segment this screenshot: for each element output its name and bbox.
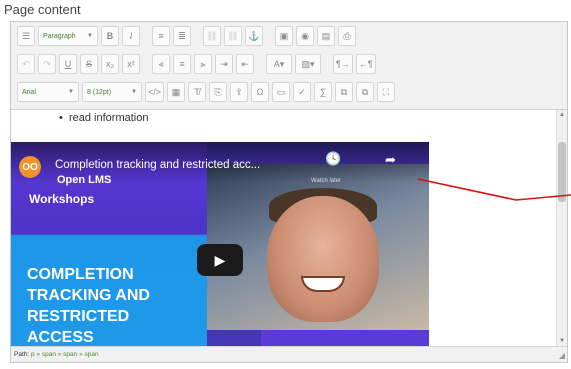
- clear-formatting-button[interactable]: T̸: [188, 82, 207, 102]
- indent-button[interactable]: ⇥: [215, 54, 233, 74]
- special-character-button[interactable]: Ω: [251, 82, 270, 102]
- recording-button[interactable]: ⎙: [338, 26, 356, 46]
- equation-button[interactable]: ∑: [314, 82, 333, 102]
- video-brand-text: Open LMS: [57, 174, 112, 186]
- bold-button[interactable]: B: [101, 26, 119, 46]
- outdent-button[interactable]: ⇤: [236, 54, 254, 74]
- chevron-down-icon: ▼: [131, 89, 137, 95]
- paste-button[interactable]: ⧉: [356, 82, 375, 102]
- play-button[interactable]: ▶: [197, 244, 243, 276]
- paragraph-format-select[interactable]: Paragraph ▼: [38, 26, 98, 46]
- chevron-down-icon: ▼: [68, 89, 74, 95]
- upload-button[interactable]: ⇪: [230, 82, 249, 102]
- copy-button[interactable]: ⧉: [335, 82, 354, 102]
- unordered-list-button[interactable]: ≡: [152, 26, 170, 46]
- headline-line-1: COMPLETION: [27, 266, 134, 283]
- headline-line-4: ACCESS: [27, 329, 94, 346]
- watch-later-icon[interactable]: 🕓: [325, 151, 341, 167]
- italic-button[interactable]: I: [122, 26, 140, 46]
- video-bottom-strip: [261, 330, 429, 346]
- anchor-button[interactable]: ⚓: [245, 26, 263, 46]
- font-size-select[interactable]: 8 (12pt) ▼: [82, 82, 142, 102]
- strikethrough-button[interactable]: S: [80, 54, 98, 74]
- path-label: Path:: [14, 351, 30, 358]
- text-color-button[interactable]: A▾: [266, 54, 292, 74]
- align-right-button[interactable]: ⫸: [194, 54, 212, 74]
- manage-files-button[interactable]: ▤: [317, 26, 335, 46]
- list-item-text: read information: [68, 112, 149, 124]
- chevron-down-icon: ▼: [87, 33, 93, 39]
- link-button[interactable]: ⛓: [203, 26, 221, 46]
- toolbar-row-2: ↶ ↷ U S x₂ x² ⫷ ≡ ⫸ ⇥ ⇤ A▾ ▨▾ ¶→ ←¶: [17, 53, 376, 75]
- share-icon[interactable]: ➦: [385, 152, 396, 168]
- watch-later-label: Watch later: [311, 178, 342, 184]
- unlink-button[interactable]: ⛓: [224, 26, 242, 46]
- paragraph-format-value: Paragraph: [43, 32, 76, 40]
- editor-status-bar: Path: p » span » span » span ◢: [11, 346, 567, 362]
- embedded-video[interactable]: OO Open LMS Completion tracking and rest…: [11, 142, 429, 346]
- superscript-button[interactable]: x²: [122, 54, 140, 74]
- video-person-face: [267, 196, 379, 322]
- video-workshops-text: Workshops: [29, 192, 95, 206]
- editor-toolbar: ☰ Paragraph ▼ B I ≡ ≣ ⛓ ⛓ ⚓ ▣ ◉ ▤ ⎙ ↶ ↷ …: [11, 22, 567, 110]
- scroll-up-icon[interactable]: ▲: [559, 112, 565, 118]
- video-title-link[interactable]: Completion tracking and restricted acc..…: [55, 159, 260, 171]
- redo-button[interactable]: ↷: [38, 54, 56, 74]
- page-content-label: Page content: [4, 2, 81, 17]
- editor-vertical-scrollbar[interactable]: ▲ ▼: [556, 110, 567, 346]
- rich-text-editor[interactable]: ☰ Paragraph ▼ B I ≡ ≣ ⛓ ⛓ ⚓ ▣ ◉ ▤ ⎙ ↶ ↷ …: [10, 21, 568, 363]
- ltr-button[interactable]: ¶→: [333, 54, 353, 74]
- ordered-list-button[interactable]: ≣: [173, 26, 191, 46]
- undo-button[interactable]: ↶: [17, 54, 35, 74]
- align-center-button[interactable]: ≡: [173, 54, 191, 74]
- fullscreen-button[interactable]: ⛶: [377, 82, 396, 102]
- table-button[interactable]: ▦: [167, 82, 186, 102]
- scroll-down-icon[interactable]: ▼: [559, 338, 565, 344]
- toolbar-toggle-button[interactable]: ☰: [17, 26, 35, 46]
- video-headline: COMPLETION TRACKING AND RESTRICTED ACCES…: [27, 264, 150, 346]
- headline-line-2: TRACKING AND: [27, 287, 150, 304]
- toolbar-row-1: ☰ Paragraph ▼ B I ≡ ≣ ⛓ ⛓ ⚓ ▣ ◉ ▤ ⎙: [17, 25, 356, 47]
- channel-logo[interactable]: OO: [19, 156, 41, 178]
- underline-button[interactable]: U: [59, 54, 77, 74]
- spellcheck-button[interactable]: ✓: [293, 82, 312, 102]
- font-family-value: Arial: [22, 88, 37, 96]
- paste-word-button[interactable]: ⎘: [209, 82, 228, 102]
- toolbar-row-3: Arial ▼ 8 (12pt) ▼ </> ▦ T̸ ⎘ ⇪ Ω ▭ ✓ ∑ …: [17, 81, 396, 103]
- align-left-button[interactable]: ⫷: [152, 54, 170, 74]
- list-item: • read information: [59, 112, 149, 124]
- resize-handle-icon[interactable]: ◢: [559, 351, 565, 360]
- editor-content-area[interactable]: • read information OO Open LMS Completio…: [11, 110, 556, 346]
- headline-line-3: RESTRICTED: [27, 308, 130, 325]
- horizontal-rule-button[interactable]: ▭: [272, 82, 291, 102]
- background-color-button[interactable]: ▨▾: [295, 54, 321, 74]
- rtl-button[interactable]: ←¶: [355, 54, 376, 74]
- scrollbar-thumb[interactable]: [558, 142, 566, 202]
- play-icon: ▶: [214, 251, 226, 268]
- font-family-select[interactable]: Arial ▼: [17, 82, 79, 102]
- media-button[interactable]: ◉: [296, 26, 314, 46]
- element-path[interactable]: p » span » span » span: [31, 351, 99, 358]
- image-button[interactable]: ▣: [275, 26, 293, 46]
- html-source-button[interactable]: </>: [145, 82, 165, 102]
- font-size-value: 8 (12pt): [87, 88, 112, 96]
- subscript-button[interactable]: x₂: [101, 54, 119, 74]
